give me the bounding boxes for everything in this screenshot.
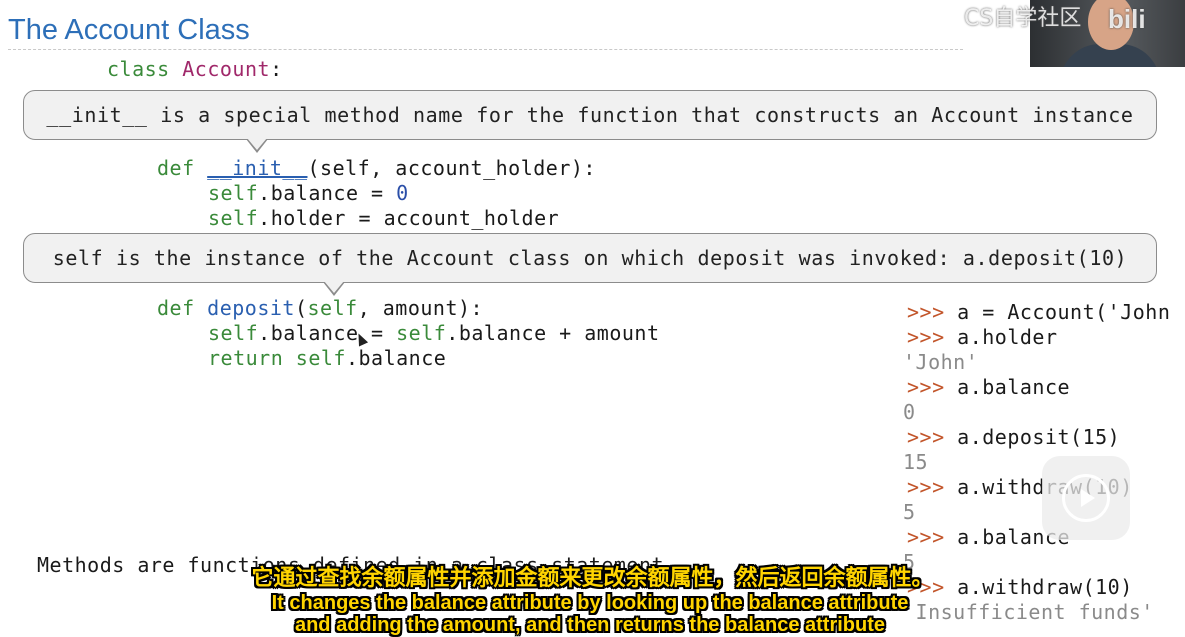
code-text: .holder = account_holder [258,206,560,230]
play-button[interactable] [1042,456,1130,540]
colon: : [270,57,283,81]
params: , amount): [357,296,484,320]
code-text: .balance + amount [446,321,660,345]
code-init-def: def __init__(self, account_holder): [157,156,596,180]
channel-watermark: CS自学社区 [964,6,1082,31]
repl-prompt: >>> [907,475,945,499]
keyword: return [208,346,296,370]
code-text: .balance = [258,321,397,345]
function-name: __init__ [207,156,308,180]
subtitle-chinese: 它通过查找余额属性并添加金额来更改余额属性，然后返回余额属性。 [251,566,934,591]
bilibili-logo: bili [1108,4,1146,34]
repl-command: a = Account('John [957,300,1171,324]
code-deposit-line2: return self.balance [208,346,446,370]
params: (self, account_holder): [307,156,596,180]
callout-self: self is the instance of the Account clas… [23,233,1157,283]
repl-prompt: >>> [907,525,945,549]
repl-command: a.deposit(15) [957,425,1121,449]
class-name: Account [182,57,271,81]
callout-self-text: self is the instance of the Account clas… [52,246,1128,270]
repl-output-line: 5 [903,500,916,524]
self-token: self [208,181,259,205]
subtitle-english-line1: It changes the balance attribute by look… [271,592,909,614]
self-token: self [208,321,259,345]
code-text: .balance [345,346,447,370]
code-init-holder: self.holder = account_holder [208,206,559,230]
function-name: deposit [207,296,295,320]
paren: ( [294,296,308,320]
self-token: self [295,346,346,370]
repl-command-line: >>> a.deposit(15) [907,425,1120,449]
repl-prompt: >>> [907,375,945,399]
repl-output-line: 15 [903,450,929,474]
repl-output-line: 'John' [903,350,979,374]
repl-command: a.balance [957,375,1071,399]
repl-prompt: >>> [907,325,945,349]
repl-command-line: >>> a.balance [907,375,1070,399]
repl-prompt: >>> [907,425,945,449]
callout-init-tail-fill [247,138,267,150]
number: 0 [396,181,409,205]
subtitle-english-line2: and adding the amount, and then returns … [294,614,886,636]
repl-command-line: >>> a = Account('John [907,300,1170,324]
code-init-balance: self.balance = 0 [208,181,409,205]
self-token: self [396,321,447,345]
keyword: class [107,57,170,81]
code-class-line: class Account: [107,57,283,81]
code-text: .balance = [258,181,397,205]
callout-init: __init__ is a special method name for th… [23,90,1157,140]
keyword: def [157,156,195,180]
title-divider [8,49,963,50]
self-token: self [208,206,259,230]
play-icon [1062,474,1110,522]
callout-self-tail-fill [324,281,344,293]
self-token: self [307,296,358,320]
code-deposit-def: def deposit(self, amount): [157,296,483,320]
repl-prompt: >>> [907,300,945,324]
callout-init-text: __init__ is a special method name for th… [46,103,1134,127]
repl-command-line: >>> a.holder [907,325,1058,349]
repl-output-line: 0 [903,400,916,424]
repl-command: a.holder [957,325,1058,349]
keyword: def [157,296,195,320]
slide-title: The Account Class [8,14,250,46]
code-deposit-line1: self.balance = self.balance + amount [208,321,660,345]
